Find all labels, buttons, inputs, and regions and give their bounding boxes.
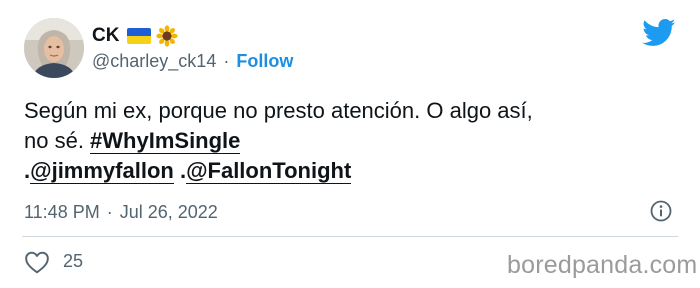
- mention-prefix: .: [173, 158, 187, 183]
- mention-link-fallontonight[interactable]: @FallonTonight: [186, 158, 352, 184]
- tweet-timestamp[interactable]: 11:48 PM · Jul 26, 2022: [24, 200, 218, 224]
- hashtag-link[interactable]: #WhyImSingle: [90, 128, 241, 154]
- info-icon[interactable]: [649, 199, 673, 223]
- like-count: 25: [63, 251, 84, 271]
- tweet-text-line-3: .@jimmyfallon .@FallonTonight: [24, 156, 664, 186]
- separator-dot: ·: [223, 50, 230, 71]
- sunflower-icon: [156, 25, 179, 47]
- author-display-name[interactable]: CK: [92, 25, 119, 47]
- tweet-time: 11:48 PM: [24, 201, 100, 222]
- tweet-text-line-2: no sé. #WhyImSingle: [24, 126, 664, 156]
- tweet-text-fragment: no sé.: [24, 128, 91, 153]
- author-name-row: CK: [92, 24, 179, 48]
- author-handle[interactable]: @charley_ck14: [92, 51, 216, 72]
- avatar[interactable]: [24, 18, 84, 78]
- follow-button[interactable]: Follow: [236, 51, 293, 72]
- ukraine-flag-icon: [127, 28, 152, 44]
- separator-dot: ·: [106, 201, 113, 222]
- tweet-date: Jul 26, 2022: [119, 201, 218, 222]
- divider: [22, 236, 678, 237]
- tweet-text-line-1: Según mi ex, porque no presto atención. …: [24, 98, 533, 123]
- author-handle-row: @charley_ck14 · Follow: [92, 50, 293, 72]
- tweet-card: CK @charley_ck14 · Follow Según mi ex, p…: [0, 0, 700, 288]
- twitter-bird-icon[interactable]: [642, 19, 676, 47]
- tweet-text: Según mi ex, porque no presto atención. …: [24, 96, 664, 186]
- mention-link-jimmyfallon[interactable]: @jimmyfallon: [30, 158, 174, 184]
- heart-icon[interactable]: [24, 250, 50, 274]
- watermark: boredpanda.com: [507, 251, 698, 279]
